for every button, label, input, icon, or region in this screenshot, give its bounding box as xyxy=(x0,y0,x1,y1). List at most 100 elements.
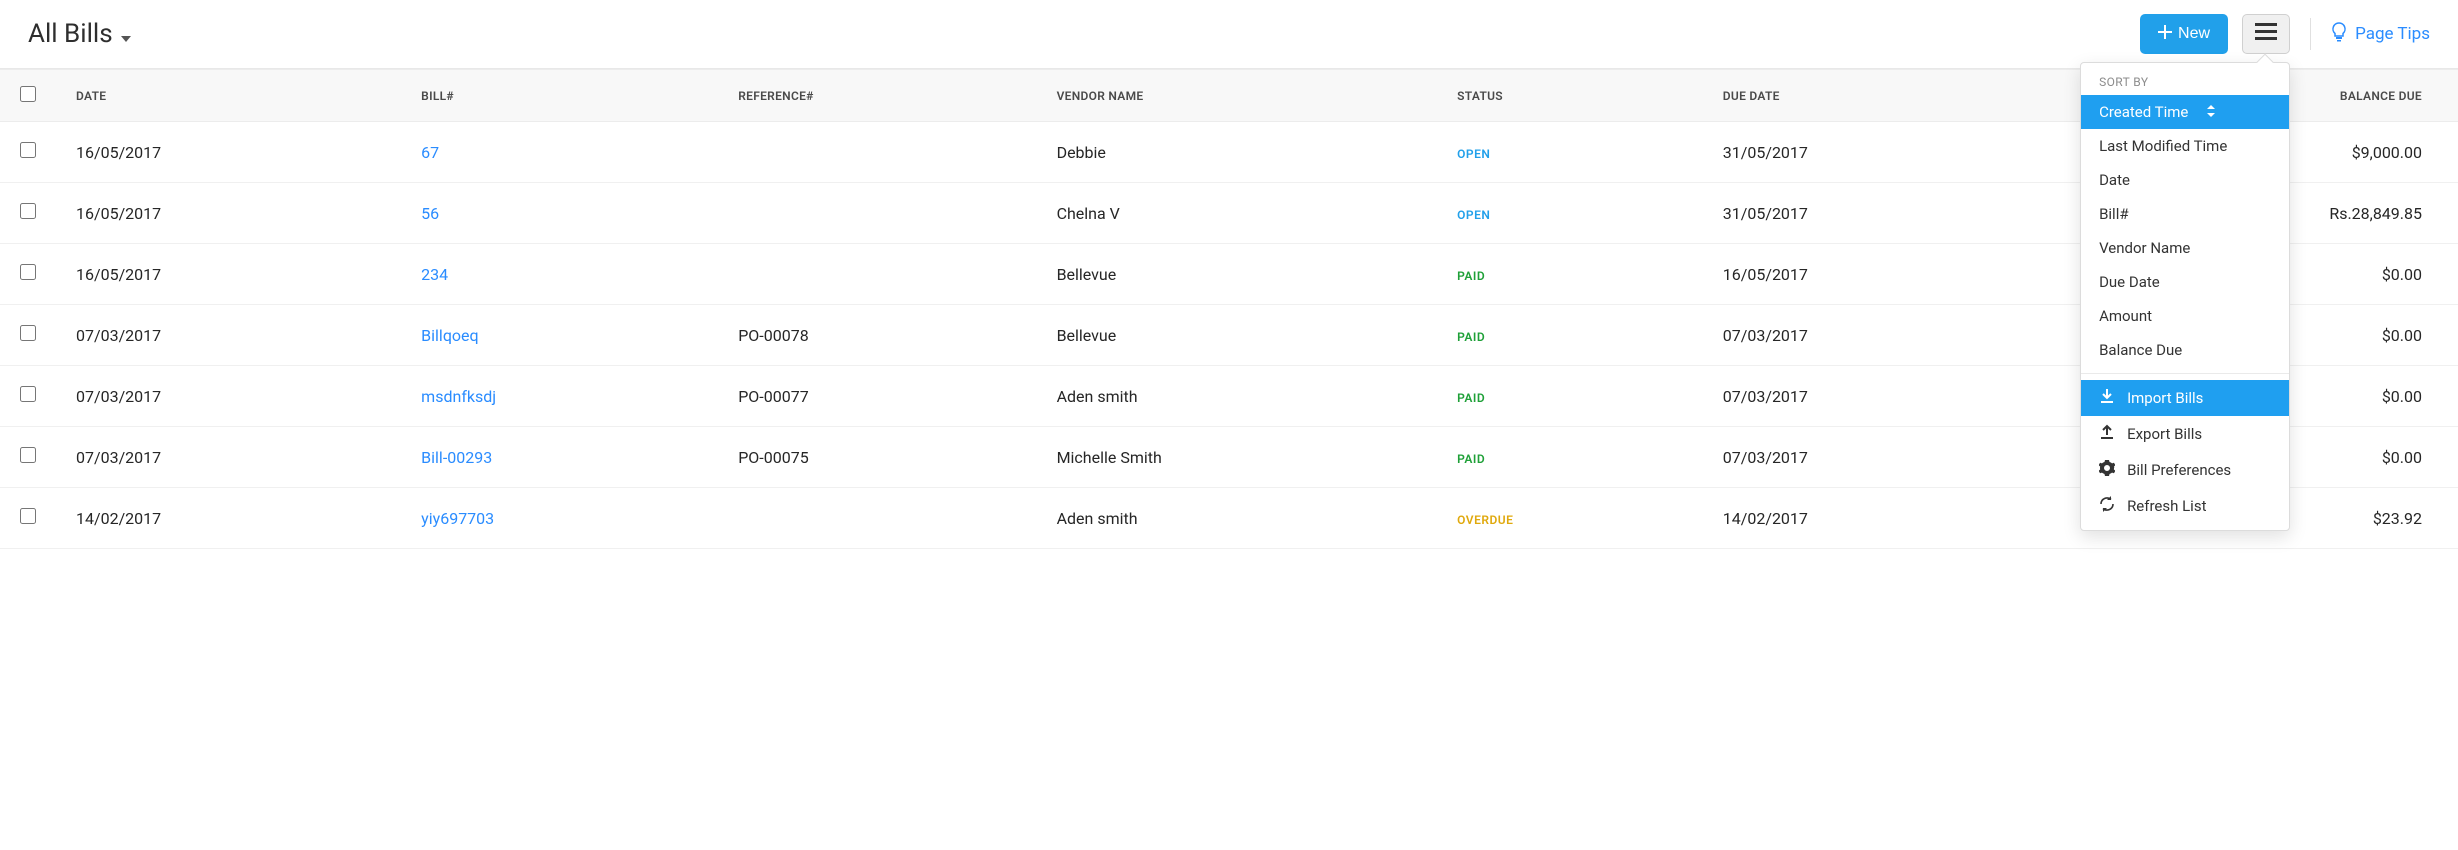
cell-due-date: 07/03/2017 xyxy=(1703,427,2048,488)
cell-vendor: Chelna V xyxy=(1037,183,1438,244)
sort-option-label: Created Time xyxy=(2099,103,2188,121)
cell-date: 16/05/2017 xyxy=(56,122,401,183)
cell-status: OVERDUE xyxy=(1437,488,1703,549)
cell-status: PAID xyxy=(1437,305,1703,366)
sort-option-last-modified[interactable]: Last Modified Time xyxy=(2081,129,2289,163)
export-icon xyxy=(2099,424,2115,444)
more-menu-button[interactable] xyxy=(2242,14,2290,54)
cell-reference xyxy=(718,244,1036,305)
cell-date: 16/05/2017 xyxy=(56,244,401,305)
col-header-status[interactable]: STATUS xyxy=(1437,70,1703,122)
cell-bill: 67 xyxy=(401,122,718,183)
topbar-actions: New SORT BY Created Time xyxy=(2140,14,2430,54)
row-checkbox[interactable] xyxy=(20,447,36,463)
cell-due-date: 14/02/2017 xyxy=(1703,488,2048,549)
caret-down-icon xyxy=(121,19,131,49)
cell-vendor: Aden smith xyxy=(1037,366,1438,427)
bill-link[interactable]: Billqoeq xyxy=(421,326,478,345)
col-header-reference[interactable]: REFERENCE# xyxy=(718,70,1036,122)
topbar: All Bills New SORT BY xyxy=(0,0,2458,69)
status-badge: PAID xyxy=(1457,452,1485,466)
sort-option-bill[interactable]: Bill# xyxy=(2081,197,2289,231)
select-all-checkbox[interactable] xyxy=(20,86,36,102)
col-header-vendor[interactable]: VENDOR NAME xyxy=(1037,70,1438,122)
cell-status: OPEN xyxy=(1437,122,1703,183)
plus-icon xyxy=(2158,25,2172,44)
col-header-bill[interactable]: BILL# xyxy=(401,70,718,122)
refresh-icon xyxy=(2099,496,2115,516)
cell-bill: 56 xyxy=(401,183,718,244)
cell-due-date: 07/03/2017 xyxy=(1703,305,2048,366)
status-badge: PAID xyxy=(1457,391,1485,405)
cell-vendor: Bellevue xyxy=(1037,305,1438,366)
page-tips-label: Page Tips xyxy=(2355,24,2430,44)
cell-reference: PO-00077 xyxy=(718,366,1036,427)
menu-action-import[interactable]: Import Bills xyxy=(2081,380,2289,416)
new-button[interactable]: New xyxy=(2140,14,2228,54)
cell-bill: msdnfksdj xyxy=(401,366,718,427)
sort-option-amount[interactable]: Amount xyxy=(2081,299,2289,333)
cell-reference xyxy=(718,183,1036,244)
gear-icon xyxy=(2099,460,2115,480)
menu-action-refresh[interactable]: Refresh List xyxy=(2081,488,2289,524)
status-badge: OPEN xyxy=(1457,147,1490,161)
row-checkbox[interactable] xyxy=(20,142,36,158)
bill-link[interactable]: 56 xyxy=(421,204,439,223)
row-checkbox[interactable] xyxy=(20,386,36,402)
row-checkbox[interactable] xyxy=(20,203,36,219)
col-header-date[interactable]: DATE xyxy=(56,70,401,122)
menu-action-preferences[interactable]: Bill Preferences xyxy=(2081,452,2289,488)
cell-vendor: Aden smith xyxy=(1037,488,1438,549)
bill-link[interactable]: Bill-00293 xyxy=(421,448,492,467)
row-checkbox[interactable] xyxy=(20,508,36,524)
cell-status: OPEN xyxy=(1437,183,1703,244)
menu-action-label: Refresh List xyxy=(2127,497,2206,515)
cell-due-date: 16/05/2017 xyxy=(1703,244,2048,305)
sort-option-created-time[interactable]: Created Time xyxy=(2081,95,2289,129)
sort-option-label: Bill# xyxy=(2099,205,2129,223)
hamburger-icon xyxy=(2255,23,2277,46)
cell-date: 07/03/2017 xyxy=(56,427,401,488)
cell-status: PAID xyxy=(1437,366,1703,427)
cell-due-date: 31/05/2017 xyxy=(1703,122,2048,183)
cell-reference xyxy=(718,488,1036,549)
sort-option-label: Amount xyxy=(2099,307,2152,325)
sort-option-due-date[interactable]: Due Date xyxy=(2081,265,2289,299)
cell-due-date: 07/03/2017 xyxy=(1703,366,2048,427)
status-badge: PAID xyxy=(1457,269,1485,283)
col-header-due-date[interactable]: DUE DATE xyxy=(1703,70,2048,122)
bill-link[interactable]: 234 xyxy=(421,265,448,284)
bill-link[interactable]: yiy697703 xyxy=(421,509,494,528)
status-badge: OPEN xyxy=(1457,208,1490,222)
bulb-icon xyxy=(2331,22,2347,47)
cell-vendor: Michelle Smith xyxy=(1037,427,1438,488)
menu-action-label: Bill Preferences xyxy=(2127,461,2231,479)
new-button-label: New xyxy=(2178,25,2210,43)
cell-date: 16/05/2017 xyxy=(56,183,401,244)
sort-option-vendor[interactable]: Vendor Name xyxy=(2081,231,2289,265)
menu-action-export[interactable]: Export Bills xyxy=(2081,416,2289,452)
more-menu-wrap: SORT BY Created Time Last Modified Time … xyxy=(2242,14,2290,54)
col-header-select xyxy=(0,70,56,122)
import-icon xyxy=(2099,388,2115,408)
sort-option-date[interactable]: Date xyxy=(2081,163,2289,197)
sort-option-label: Due Date xyxy=(2099,273,2160,291)
row-checkbox[interactable] xyxy=(20,325,36,341)
menu-action-label: Export Bills xyxy=(2127,425,2202,443)
page-title-dropdown[interactable]: All Bills xyxy=(28,19,131,49)
cell-bill: yiy697703 xyxy=(401,488,718,549)
cell-status: PAID xyxy=(1437,427,1703,488)
page-title: All Bills xyxy=(28,19,113,49)
sort-option-balance-due[interactable]: Balance Due xyxy=(2081,333,2289,367)
row-checkbox[interactable] xyxy=(20,264,36,280)
sort-option-label: Date xyxy=(2099,171,2130,189)
more-dropdown: SORT BY Created Time Last Modified Time … xyxy=(2080,62,2290,531)
cell-status: PAID xyxy=(1437,244,1703,305)
cell-reference: PO-00078 xyxy=(718,305,1036,366)
bill-link[interactable]: 67 xyxy=(421,143,439,162)
bill-link[interactable]: msdnfksdj xyxy=(421,387,496,406)
cell-vendor: Debbie xyxy=(1037,122,1438,183)
sort-option-label: Vendor Name xyxy=(2099,239,2190,257)
page-tips-link[interactable]: Page Tips xyxy=(2331,22,2430,47)
sort-indicator-icon xyxy=(2206,103,2216,121)
